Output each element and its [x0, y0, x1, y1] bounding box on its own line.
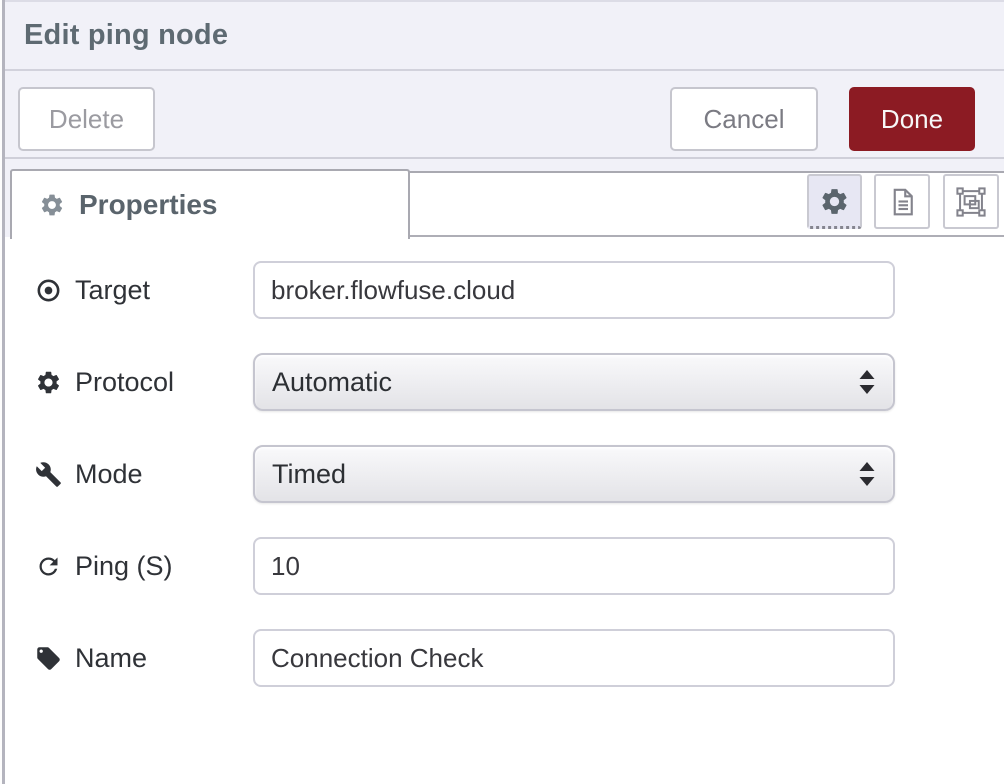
select-spinner-icon: [856, 459, 878, 489]
stack-button-description[interactable]: [874, 174, 930, 229]
cancel-button[interactable]: Cancel: [670, 87, 818, 151]
mode-label-group: Mode: [35, 459, 253, 490]
appearance-icon: [955, 186, 987, 218]
tray-title: Edit ping node: [24, 19, 228, 52]
tray-left-border: [2, 0, 5, 784]
refresh-icon: [35, 553, 62, 580]
target-label-group: Target: [35, 275, 253, 306]
tab-properties[interactable]: Properties: [10, 169, 410, 239]
form-row-target: Target: [35, 261, 895, 319]
name-label-group: Name: [35, 643, 253, 674]
wrench-icon: [35, 461, 62, 488]
tab-zone: Properties: [0, 159, 1004, 237]
tray-toolbar: Delete Cancel Done: [0, 71, 1004, 159]
tray-header: Edit ping node: [0, 0, 1004, 71]
gear-icon: [35, 369, 62, 396]
protocol-label: Protocol: [75, 367, 174, 398]
stack-button-appearance[interactable]: [943, 174, 999, 229]
delete-button[interactable]: Delete: [18, 87, 155, 151]
ping-label: Ping (S): [75, 551, 173, 582]
target-label: Target: [75, 275, 150, 306]
tab-properties-label: Properties: [79, 189, 218, 221]
protocol-label-group: Protocol: [35, 367, 253, 398]
form-row-mode: Mode Timed: [35, 445, 895, 503]
name-label: Name: [75, 643, 147, 674]
tag-icon: [35, 645, 62, 672]
form-row-ping: Ping (S): [35, 537, 895, 595]
mode-select-value: Timed: [272, 459, 346, 490]
mode-select[interactable]: Timed: [253, 445, 895, 503]
gear-icon: [819, 186, 850, 217]
description-icon: [887, 187, 917, 217]
stack-button-properties[interactable]: [807, 174, 862, 229]
done-button[interactable]: Done: [849, 87, 975, 151]
edit-node-tray: Edit ping node Delete Cancel Done Proper…: [0, 0, 1004, 784]
form-row-name: Name: [35, 629, 895, 687]
select-spinner-icon: [856, 367, 878, 397]
mode-label: Mode: [75, 459, 143, 490]
gear-icon: [39, 192, 65, 218]
target-input[interactable]: [253, 261, 895, 319]
protocol-select-value: Automatic: [272, 367, 392, 398]
ping-label-group: Ping (S): [35, 551, 253, 582]
form-row-protocol: Protocol Automatic: [35, 353, 895, 411]
dot-circle-icon: [35, 277, 62, 304]
name-input[interactable]: [253, 629, 895, 687]
protocol-select[interactable]: Automatic: [253, 353, 895, 411]
ping-input[interactable]: [253, 537, 895, 595]
